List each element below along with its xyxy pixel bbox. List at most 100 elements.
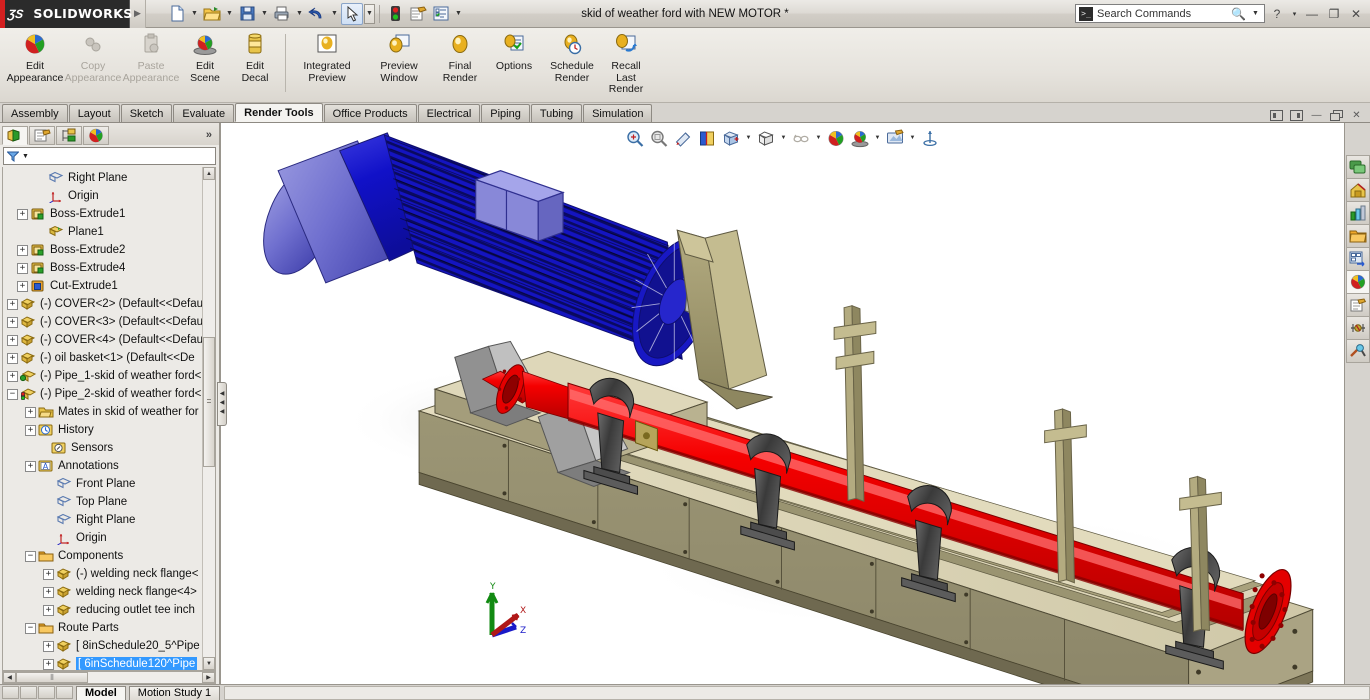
status-button-2[interactable]	[20, 686, 37, 699]
restore-document-icon[interactable]	[1329, 109, 1344, 122]
tab-display-manager[interactable]	[83, 125, 109, 145]
hide-show-items-icon[interactable]	[790, 127, 812, 149]
zoom-to-fit-icon[interactable]	[624, 127, 646, 149]
tree-item-welding-neck-flange[interactable]: + (-) welding neck flange<	[3, 565, 215, 583]
view-settings-caret-icon[interactable]: ▼	[908, 127, 917, 149]
open-document-caret-icon[interactable]: ▼	[224, 3, 235, 25]
graphics-viewport[interactable]: ▼ ▼ ▼ ▼ ▼ Y X Z	[220, 123, 1344, 684]
ribbon-final-render[interactable]: Final Render	[435, 28, 485, 98]
appearances-scenes-decals-icon[interactable]	[1345, 270, 1370, 294]
tab-electrical[interactable]: Electrical	[417, 104, 481, 122]
collapse-icon[interactable]: −	[7, 388, 18, 400]
tree-item-cover-2[interactable]: + (-) COVER<2> (Default<<Defau	[3, 295, 215, 313]
close-button[interactable]: ✕	[1346, 4, 1366, 24]
ribbon-edit-appearance[interactable]: Edit Appearance	[6, 28, 64, 98]
tree-item-components-folder[interactable]: − Components	[3, 547, 215, 565]
tree-item-route-parts-folder[interactable]: − Route Parts	[3, 619, 215, 637]
collapse-icon[interactable]: −	[25, 622, 36, 634]
tree-item-plane1[interactable]: Plane1	[3, 223, 215, 241]
tab-layout[interactable]: Layout	[68, 104, 120, 122]
display-style-caret-icon[interactable]: ▼	[779, 127, 788, 149]
expand-icon[interactable]: +	[17, 208, 28, 220]
expand-icon[interactable]: +	[7, 334, 18, 346]
tab-sketch[interactable]: Sketch	[120, 104, 173, 122]
options-button[interactable]	[430, 3, 452, 25]
tree-item-boss-extrude2[interactable]: + Boss-Extrude2	[3, 241, 215, 259]
edit-appearance-icon[interactable]	[825, 127, 847, 149]
expand-icon[interactable]: +	[17, 262, 28, 274]
viewport-split-horizontal-icon[interactable]	[1289, 109, 1304, 122]
tree-vertical-scrollbar[interactable]: ▲ ▼	[202, 167, 215, 670]
ribbon-edit-decal[interactable]: Edit Decal	[230, 28, 280, 98]
scroll-left-arrow-icon[interactable]: ◀	[3, 672, 16, 683]
expand-icon[interactable]: +	[7, 316, 18, 328]
status-button-3[interactable]	[38, 686, 55, 699]
tab-configuration-manager[interactable]	[56, 125, 82, 145]
tab-piping[interactable]: Piping	[481, 104, 530, 122]
help-button[interactable]: ?	[1267, 4, 1287, 24]
expand-icon[interactable]: +	[25, 460, 36, 472]
tree-item-6in-schedule120-pipe[interactable]: + [ 6inSchedule120^Pipe	[3, 655, 215, 670]
ribbon-schedule-render[interactable]: Schedule Render	[543, 28, 601, 98]
solidworks-resources-icon[interactable]	[1345, 155, 1370, 179]
options-caret-icon[interactable]: ▼	[453, 3, 464, 25]
solidworks-addins-icon[interactable]	[1345, 339, 1370, 363]
tree-item-annotations[interactable]: + A Annotations	[3, 457, 215, 475]
tree-item-pipe-1[interactable]: + (-) Pipe_1-skid of weather ford<	[3, 367, 215, 385]
help-caret-icon[interactable]: ▾	[1289, 3, 1300, 25]
tree-horizontal-scrollbar[interactable]: ◀ ⦀ ▶	[2, 671, 216, 684]
ribbon-integrated-preview[interactable]: Integrated Preview	[291, 28, 363, 98]
scroll-up-arrow-icon[interactable]: ▲	[203, 167, 215, 180]
tree-item-reducing-outlet-tee[interactable]: + reducing outlet tee inch	[3, 601, 215, 619]
zoom-to-area-icon[interactable]	[648, 127, 670, 149]
undo-button[interactable]	[306, 3, 328, 25]
tree-item-cover-4[interactable]: + (-) COVER<4> (Default<<Defau	[3, 331, 215, 349]
expand-icon[interactable]: +	[25, 424, 36, 436]
view-palette-icon[interactable]	[1345, 247, 1370, 271]
previous-view-icon[interactable]	[672, 127, 694, 149]
tab-simulation[interactable]: Simulation	[583, 104, 653, 122]
search-icon[interactable]: 🔍	[1231, 7, 1246, 21]
search-commands-box[interactable]: >_ Search Commands 🔍 ▼	[1075, 4, 1265, 23]
tab-motion-study-1[interactable]: Motion Study 1	[128, 685, 221, 700]
tree-item-origin[interactable]: Origin	[3, 187, 215, 205]
status-button-1[interactable]	[2, 686, 19, 699]
restore-button[interactable]: ❐	[1324, 4, 1344, 24]
tree-hscroll-thumb[interactable]: ⦀	[16, 672, 88, 683]
tab-tubing[interactable]: Tubing	[530, 104, 583, 122]
close-document-icon[interactable]: ✕	[1349, 109, 1364, 122]
ribbon-recall-last-render[interactable]: Recall Last Render	[601, 28, 651, 98]
expand-icon[interactable]: +	[25, 406, 36, 418]
expand-icon[interactable]: +	[7, 352, 18, 364]
expand-icon[interactable]: +	[17, 244, 28, 256]
scroll-down-arrow-icon[interactable]: ▼	[203, 657, 215, 670]
tab-feature-manager-design-tree[interactable]	[2, 125, 28, 145]
tree-item-welding-neck-flange-4[interactable]: + welding neck flange<4>	[3, 583, 215, 601]
new-document-button[interactable]	[166, 3, 188, 25]
tree-item-pipe-2[interactable]: − (-) Pipe_2-skid of weather ford<	[3, 385, 215, 403]
feature-tree-scroll-area[interactable]: Right Plane Origin + Boss-Extrude1 Plane…	[2, 167, 216, 671]
apply-scene-icon[interactable]	[849, 127, 871, 149]
expand-icon[interactable]: +	[7, 298, 18, 310]
custom-properties-icon[interactable]	[1345, 293, 1370, 317]
select-tool-button[interactable]	[341, 2, 363, 25]
expand-icon[interactable]: +	[17, 280, 28, 292]
tree-item-cut-extrude1[interactable]: + Cut-Extrude1	[3, 277, 215, 295]
filter-caret-icon[interactable]: ▼	[22, 153, 29, 160]
expand-icon[interactable]: +	[43, 586, 54, 598]
ribbon-edit-scene[interactable]: Edit Scene	[180, 28, 230, 98]
ribbon-preview-window[interactable]: Preview Window	[363, 28, 435, 98]
solidworks-forum-icon[interactable]	[1345, 316, 1370, 340]
expand-icon[interactable]: +	[43, 658, 54, 670]
apply-scene-caret-icon[interactable]: ▼	[873, 127, 882, 149]
tree-item-cover-3[interactable]: + (-) COVER<3> (Default<<Defau	[3, 313, 215, 331]
design-library-icon[interactable]	[1345, 178, 1370, 202]
tab-model[interactable]: Model	[76, 685, 126, 700]
file-properties-button[interactable]	[407, 3, 429, 25]
tree-item-oil-basket[interactable]: + (-) oil basket<1> (Default<<De	[3, 349, 215, 367]
tree-item-boss-extrude4[interactable]: + Boss-Extrude4	[3, 259, 215, 277]
tree-scroll-thumb[interactable]	[203, 337, 215, 467]
rebuild-status-button[interactable]	[384, 3, 406, 25]
scroll-right-arrow-icon[interactable]: ▶	[202, 672, 215, 683]
expand-icon[interactable]: +	[7, 370, 18, 382]
